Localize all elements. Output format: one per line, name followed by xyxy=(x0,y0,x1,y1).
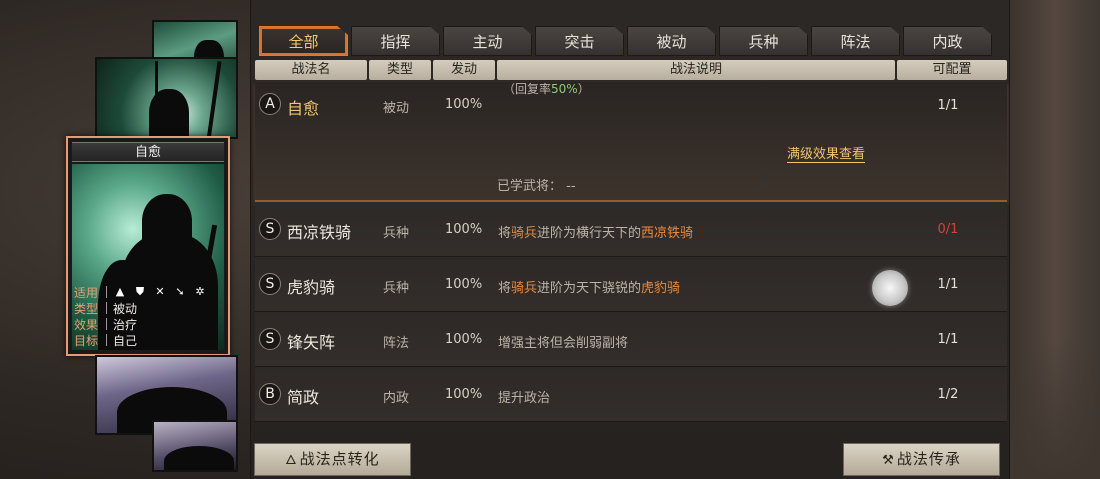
grade-badge: A xyxy=(259,93,281,115)
tactic-rate: 100% xyxy=(445,332,483,347)
column-type[interactable]: 类型 xyxy=(369,60,431,80)
info-row-type: 类型 被动 xyxy=(74,300,224,316)
info-row-effect: 效果 治疗 xyxy=(74,316,224,332)
learned-generals: 已学武将： -- xyxy=(497,179,576,194)
spear-icon: ➘ xyxy=(175,285,185,298)
column-name[interactable]: 战法名 xyxy=(255,60,367,80)
info-value: 治疗 xyxy=(113,317,138,332)
tab-all[interactable]: 全部 xyxy=(259,26,348,56)
tactic-slots: 0/1 xyxy=(937,222,959,237)
info-key: 效果 xyxy=(74,317,99,332)
tab-troop[interactable]: 兵种 xyxy=(719,26,808,56)
tactic-slots: 1/2 xyxy=(937,387,959,402)
tactic-name: 简政 xyxy=(287,388,320,407)
tactics-list: （回复率50%） A 自愈 被动 100% 1/1 满级效果查看 已学武将： -… xyxy=(255,82,1007,422)
touch-cursor xyxy=(872,270,908,306)
tactic-type: 内政 xyxy=(383,391,410,406)
tactic-row-expanded[interactable]: （回复率50%） A 自愈 被动 100% 1/1 满级效果查看 已学武将： -… xyxy=(255,82,1007,202)
shield-icon: ⛊ xyxy=(135,285,145,298)
info-key: 类型 xyxy=(74,301,99,316)
tactic-name: 西凉铁骑 xyxy=(287,223,352,242)
tactic-name: 锋矢阵 xyxy=(287,333,336,352)
tactic-row[interactable]: B 简政 内政 100% 提升政治 1/2 xyxy=(255,367,1007,422)
card-title: 自愈 xyxy=(72,142,224,162)
flame-icon: 🜂 xyxy=(285,453,298,468)
tab-bar: 全部 指挥 主动 突击 被动 兵种 阵法 内政 xyxy=(259,26,992,56)
hammer-icon: ⚒ xyxy=(882,453,895,468)
tactic-slots: 1/1 xyxy=(937,332,959,347)
tactic-description: 提升政治 xyxy=(498,391,551,406)
card-info: 适用 ▲ ⛊ ✕ ➘ ✲ 类型 被动 效果 治疗 目标 自己 xyxy=(74,284,224,348)
column-rate[interactable]: 发动 xyxy=(433,60,495,80)
convert-points-button[interactable]: 🜂 战法点转化 xyxy=(254,443,411,476)
card-stack: 自愈 适用 ▲ ⛊ ✕ ➘ ✲ 类型 被动 效果 治疗 目标 自己 xyxy=(0,0,250,479)
tactic-description: 将骑兵进阶为横行天下的西凉铁骑 xyxy=(498,226,694,241)
card-thumbnail[interactable] xyxy=(152,420,238,472)
background-scenery xyxy=(1010,0,1100,479)
bow-icon: ✕ xyxy=(155,285,165,298)
tactic-row[interactable]: S 锋矢阵 阵法 100% 增强主将但会削弱副将 1/1 xyxy=(255,312,1007,367)
tab-command[interactable]: 指挥 xyxy=(351,26,440,56)
tactic-row[interactable]: S 西凉铁骑 兵种 100% 将骑兵进阶为横行天下的西凉铁骑 0/1 xyxy=(255,202,1007,257)
tactic-type: 兵种 xyxy=(383,226,410,241)
tactic-description: （回复率50%） xyxy=(503,82,590,96)
tactic-type: 兵种 xyxy=(383,281,410,296)
tab-passive[interactable]: 被动 xyxy=(627,26,716,56)
tactic-name: 虎豹骑 xyxy=(287,278,336,297)
tactic-type: 阵法 xyxy=(383,336,410,351)
tactic-slots: 1/1 xyxy=(937,277,959,292)
column-description: 战法说明 xyxy=(497,60,895,80)
tactic-description: 增强主将但会削弱副将 xyxy=(498,336,629,351)
inherit-tactic-button[interactable]: ⚒ 战法传承 xyxy=(843,443,1000,476)
tactic-name: 自愈 xyxy=(287,99,320,118)
tab-active[interactable]: 主动 xyxy=(443,26,532,56)
info-row-applicable: 适用 ▲ ⛊ ✕ ➘ ✲ xyxy=(74,284,224,300)
grade-badge: S xyxy=(259,273,281,295)
tactic-type: 被动 xyxy=(383,101,410,116)
tactic-rate: 100% xyxy=(445,277,483,292)
siege-icon: ✲ xyxy=(195,285,205,298)
info-key: 适用 xyxy=(74,285,99,300)
grade-badge: S xyxy=(259,328,281,350)
tactic-rate: 100% xyxy=(445,222,483,237)
tactic-description: 将骑兵进阶为天下骁锐的虎豹骑 xyxy=(498,281,681,296)
tab-assault[interactable]: 突击 xyxy=(535,26,624,56)
tab-formation[interactable]: 阵法 xyxy=(811,26,900,56)
grade-badge: B xyxy=(259,383,281,405)
card-artwork: 适用 ▲ ⛊ ✕ ➘ ✲ 类型 被动 效果 治疗 目标 自己 xyxy=(72,164,224,350)
tab-internal[interactable]: 内政 xyxy=(903,26,992,56)
tactics-panel: 全部 指挥 主动 突击 被动 兵种 阵法 内政 战法名 类型 发动 战法说明 可… xyxy=(250,0,1010,479)
max-level-effect-link[interactable]: 满级效果查看 xyxy=(787,143,866,163)
info-row-target: 目标 自己 xyxy=(74,332,224,348)
tactic-rate: 100% xyxy=(445,387,483,402)
tactic-rate: 100% xyxy=(445,97,483,112)
info-key: 目标 xyxy=(74,333,99,348)
cavalry-icon: ▲ xyxy=(115,285,125,298)
info-value: 被动 xyxy=(113,301,138,316)
column-slots[interactable]: 可配置 xyxy=(897,60,1007,80)
card-thumbnail[interactable] xyxy=(95,57,238,139)
selected-skill-card[interactable]: 自愈 适用 ▲ ⛊ ✕ ➘ ✲ 类型 被动 效果 治疗 目标 自己 xyxy=(66,136,230,356)
info-value: 自己 xyxy=(113,333,138,348)
grade-badge: S xyxy=(259,218,281,240)
tactic-slots: 1/1 xyxy=(937,98,959,113)
